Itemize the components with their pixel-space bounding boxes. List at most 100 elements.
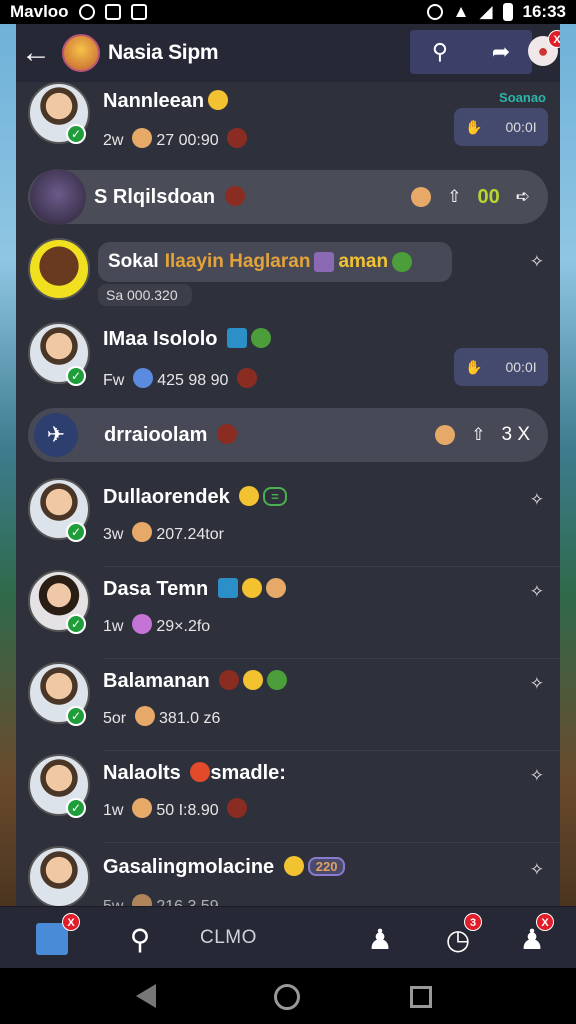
system-navigation-bar bbox=[0, 968, 576, 1024]
red-emoji-icon bbox=[216, 423, 237, 444]
sync-icon bbox=[78, 4, 95, 20]
divider bbox=[103, 658, 560, 659]
location-icon bbox=[426, 4, 443, 20]
contact-name: Balamanan bbox=[103, 670, 288, 693]
message-meta: Sa 000.320 bbox=[98, 284, 192, 306]
profile-avatar[interactable] bbox=[62, 34, 100, 72]
face-emoji-icon bbox=[134, 706, 155, 726]
pin-icon[interactable]: ➪ bbox=[516, 187, 530, 207]
face-emoji-icon bbox=[435, 425, 456, 445]
notification-badge: X bbox=[548, 30, 560, 48]
contact-subtitle: 1w 29×.2fo bbox=[103, 614, 210, 636]
bottom-navigation: X ⚲ CLMO ♟ ◷ 3 ♟ X bbox=[0, 906, 576, 968]
action-chip[interactable]: ✋ 00:0I bbox=[454, 348, 548, 386]
mail-icon bbox=[130, 4, 147, 20]
pin-icon[interactable]: ✧ bbox=[530, 860, 544, 880]
face-emoji-icon bbox=[131, 798, 152, 818]
send-icon: ✈ bbox=[34, 413, 78, 457]
system-home-icon[interactable] bbox=[274, 984, 300, 1010]
pin-icon[interactable]: ✧ bbox=[530, 582, 544, 602]
pill-title: S Rlqilsdoan bbox=[94, 185, 245, 209]
timer-badge: 3 bbox=[464, 913, 482, 931]
flower-emoji-icon bbox=[131, 614, 152, 634]
share-icon[interactable]: ➦ bbox=[492, 39, 510, 65]
pin-icon[interactable]: ✧ bbox=[530, 766, 544, 786]
red-emoji-icon bbox=[227, 128, 248, 148]
face-emoji-icon bbox=[131, 128, 152, 148]
verified-check-icon: ✓ bbox=[66, 614, 86, 634]
chat-panel: ← Nasia Sipm ⚲ ➦ ● X ✓ Nannleean 2w 27 0… bbox=[16, 24, 560, 968]
corner-tag: Soanao bbox=[499, 90, 546, 105]
green-emoji-icon bbox=[251, 328, 272, 348]
red-emoji-icon bbox=[224, 185, 245, 206]
face-emoji-icon bbox=[411, 187, 432, 207]
verified-check-icon: ✓ bbox=[66, 706, 86, 726]
top-app-bar: ← Nasia Sipm ⚲ ➦ ● X bbox=[16, 24, 560, 82]
smiley-emoji-icon bbox=[208, 90, 229, 110]
image-icon bbox=[104, 4, 121, 20]
smiley-emoji-icon bbox=[283, 856, 304, 876]
pill-title: drraioolam bbox=[104, 423, 237, 447]
verified-check-icon: ✓ bbox=[66, 366, 86, 386]
search-icon[interactable]: ⚲ bbox=[118, 917, 162, 961]
verified-check-icon: ✓ bbox=[66, 124, 86, 144]
contact-subtitle: 1w 50 I:8.90 bbox=[103, 798, 248, 820]
divider bbox=[103, 566, 560, 567]
wifi-icon: ▲ bbox=[452, 2, 470, 21]
highlighted-chat-pill[interactable]: ✈ drraioolam ⇧ 3 X bbox=[28, 408, 548, 462]
pin-icon[interactable]: ✧ bbox=[530, 674, 544, 694]
export-icon[interactable]: ⇧ bbox=[447, 187, 461, 207]
smiley-emoji-icon bbox=[243, 670, 264, 690]
smiley-emoji-icon bbox=[241, 578, 262, 598]
green-emoji-icon bbox=[267, 670, 288, 690]
search-icon[interactable]: ⚲ bbox=[432, 39, 448, 65]
contact-name: Nannleean bbox=[103, 90, 229, 113]
face-emoji-icon bbox=[131, 522, 152, 542]
hand-icon: ✋ bbox=[465, 118, 483, 135]
nav-label[interactable]: CLMO bbox=[200, 927, 257, 949]
verified-check-icon: ✓ bbox=[66, 798, 86, 818]
pin-icon[interactable]: ✧ bbox=[530, 252, 544, 272]
badge-emoji-icon bbox=[227, 328, 248, 348]
contact-name: IMaa Isololo bbox=[103, 328, 272, 351]
system-recents-icon[interactable] bbox=[410, 986, 432, 1008]
list-item[interactable]: ✓ Dullaorendek = 3w 207.24tor ✧ bbox=[16, 476, 560, 568]
pill-count: 00 bbox=[477, 185, 500, 208]
image-emoji-icon bbox=[314, 252, 335, 272]
avatar bbox=[28, 846, 90, 908]
message-bubble[interactable]: Sokal Ilaayin Haglaran aman bbox=[98, 242, 452, 282]
people-icon[interactable]: ♟ bbox=[358, 917, 402, 961]
status-time: 16:33 bbox=[522, 2, 566, 21]
green-emoji-icon bbox=[392, 252, 413, 272]
list-item[interactable]: ✓ IMaa Isololo Fw 425 98 90 ✋ 00:0I bbox=[16, 322, 560, 412]
page-title: Nasia Sipm bbox=[108, 41, 219, 64]
contact-subtitle: Fw 425 98 90 bbox=[103, 368, 257, 390]
tag-badge: 220 bbox=[307, 857, 346, 876]
list-item[interactable]: Sokal Ilaayin Haglaran aman Sa 000.320 ✧ bbox=[16, 238, 560, 328]
avatar bbox=[28, 238, 90, 300]
divider bbox=[103, 842, 560, 843]
pin-icon[interactable]: ✧ bbox=[530, 490, 544, 510]
highlighted-chat-pill[interactable]: S Rlqilsdoan ⇧ 00 ➪ bbox=[28, 169, 548, 225]
contact-subtitle: 5or 381.0 z6 bbox=[103, 706, 220, 728]
face-emoji-icon bbox=[265, 578, 286, 598]
verified-check-icon: ✓ bbox=[66, 522, 86, 542]
top-toolbar: ⚲ ➦ bbox=[410, 30, 532, 74]
system-back-icon[interactable] bbox=[136, 984, 156, 1008]
list-item[interactable]: ✓ Nannleean 2w 27 00:90 Soanao ✋ 00:0I bbox=[16, 82, 560, 162]
tag-emoji-icon bbox=[132, 368, 153, 388]
export-icon[interactable]: ⇧ bbox=[471, 425, 485, 445]
list-item[interactable]: ✓ Dasa Temn 1w 29×.2fo ✧ bbox=[16, 568, 560, 660]
signal-icon: ◢ bbox=[479, 2, 493, 21]
badge-emoji-icon bbox=[217, 578, 238, 598]
action-chip[interactable]: ✋ 00:0I bbox=[454, 108, 548, 146]
back-arrow-icon[interactable]: ← bbox=[16, 24, 60, 82]
profile-badge: X bbox=[536, 913, 554, 931]
divider bbox=[103, 750, 560, 751]
list-item[interactable]: ✓ Nalaolts smadle: 1w 50 I:8.90 ✧ bbox=[16, 752, 560, 844]
smiley-emoji-icon bbox=[239, 486, 260, 506]
tag-badge: = bbox=[263, 487, 287, 506]
status-bar: Mavloo ▲ ◢ 16:33 bbox=[0, 0, 576, 24]
list-item[interactable]: ✓ Balamanan 5or 381.0 z6 ✧ bbox=[16, 660, 560, 752]
contact-subtitle: 3w 207.24tor bbox=[103, 522, 224, 544]
